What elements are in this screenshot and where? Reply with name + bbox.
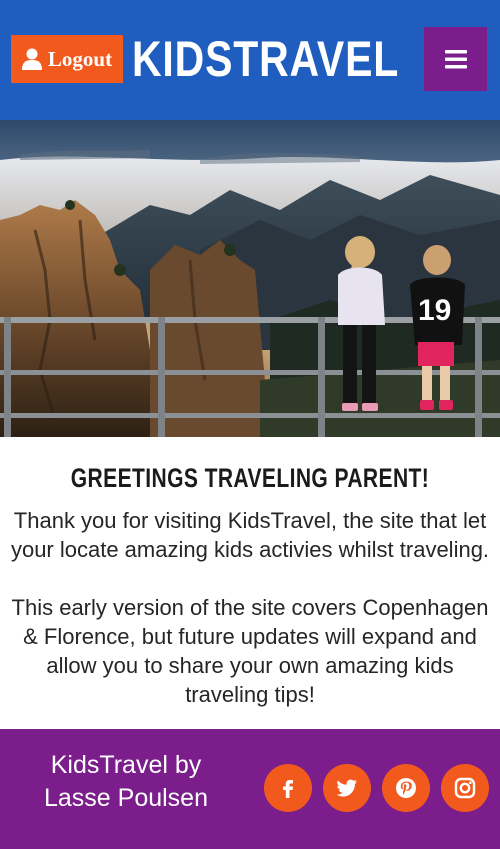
twitter-icon bbox=[336, 779, 357, 797]
logout-button[interactable]: Logout bbox=[11, 35, 123, 83]
instagram-icon bbox=[454, 777, 476, 799]
user-icon bbox=[21, 48, 42, 70]
footer-credit-line2: Lasse Poulsen bbox=[43, 784, 208, 812]
logout-label: Logout bbox=[47, 46, 113, 71]
twitter-button[interactable] bbox=[323, 764, 371, 812]
instagram-button[interactable] bbox=[441, 764, 489, 812]
pinterest-icon bbox=[396, 778, 416, 798]
welcome-section: GREETINGS TRAVELING PARENT! Thank you fo… bbox=[0, 437, 500, 729]
site-header: Logout KIDSTRAVEL bbox=[0, 0, 500, 120]
page-heading: GREETINGS TRAVELING PARENT! bbox=[70, 463, 430, 493]
site-logo[interactable]: KIDSTRAVEL bbox=[132, 28, 399, 90]
facebook-button[interactable] bbox=[264, 764, 312, 812]
site-footer: KidsTravel by Lasse Poulsen bbox=[0, 729, 500, 849]
hamburger-icon bbox=[444, 50, 467, 69]
menu-toggle-button[interactable] bbox=[424, 27, 487, 91]
facebook-icon bbox=[283, 780, 293, 798]
footer-credit-line1: KidsTravel by bbox=[50, 751, 202, 779]
intro-paragraph: Thank you for visiting KidsTravel, the s… bbox=[10, 508, 490, 562]
jersey-number: 19 bbox=[418, 294, 451, 327]
hero-image: 19 bbox=[0, 120, 500, 437]
update-paragraph: This early version of the site covers Co… bbox=[11, 595, 489, 707]
pinterest-button[interactable] bbox=[382, 764, 430, 812]
footer-credit: KidsTravel by Lasse Poulsen bbox=[10, 749, 242, 815]
